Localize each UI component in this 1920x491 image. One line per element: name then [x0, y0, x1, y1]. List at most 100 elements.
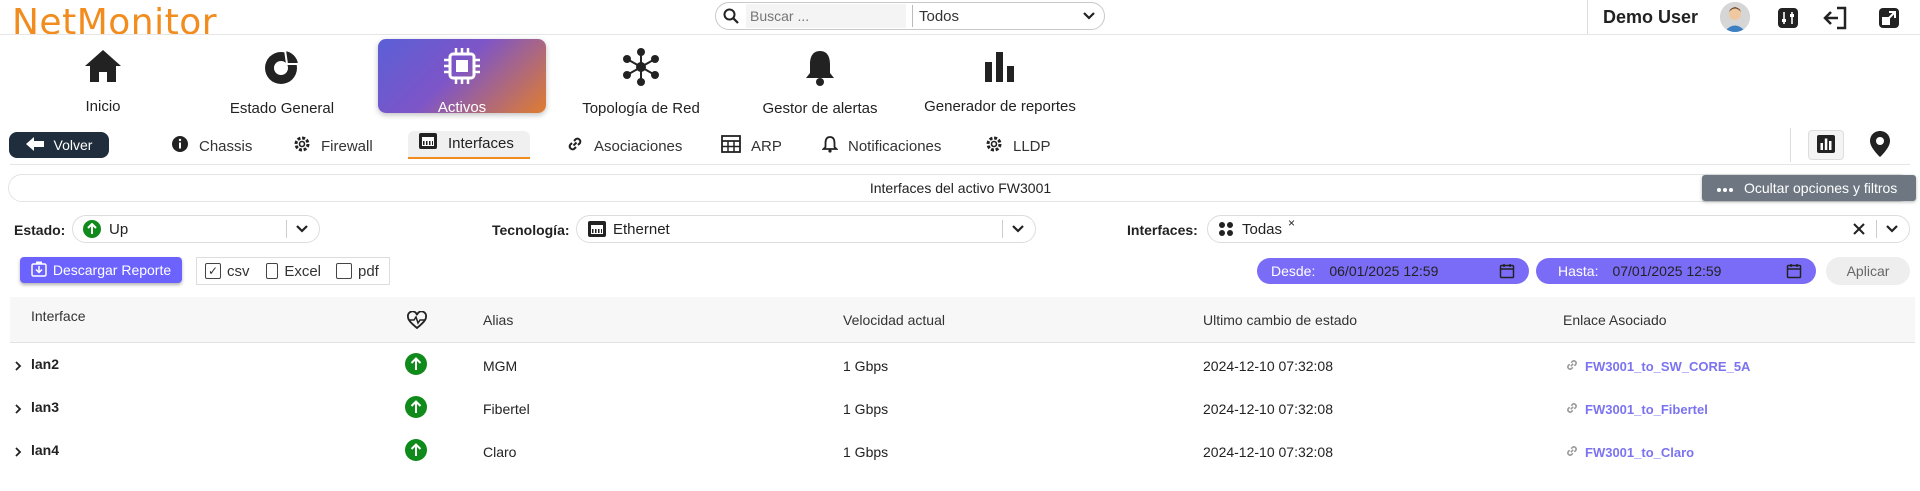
nav-item-inicio[interactable]: Inicio — [18, 40, 188, 115]
toggle-filters-button[interactable]: Ocultar opciones y filtros — [1702, 175, 1916, 201]
tab-interfaces[interactable]: Interfaces — [418, 131, 514, 155]
download-label: Descargar Reporte — [52, 262, 172, 278]
expand-row-icon[interactable] — [14, 358, 22, 374]
tab-label: Chassis — [199, 137, 253, 155]
tab-notificaciones[interactable]: Notificaciones — [821, 134, 942, 158]
table-icon — [721, 135, 741, 157]
nav-item-topologia[interactable]: Topología de Red — [556, 40, 726, 117]
back-button[interactable]: Volver — [9, 132, 109, 158]
toggle-filters-label: Ocultar opciones y filtros — [1744, 180, 1898, 196]
format-excel-checkbox[interactable]: Excel — [258, 257, 330, 285]
format-label: Excel — [284, 262, 321, 280]
search-scope-select[interactable]: Todos — [919, 8, 1104, 25]
interface-last-change: 2024-12-10 07:32:08 — [1203, 358, 1333, 374]
expand-row-icon[interactable] — [14, 444, 22, 460]
calendar-icon[interactable] — [1499, 263, 1515, 279]
expand-row-icon[interactable] — [14, 401, 22, 417]
nav-label: Estado General — [229, 100, 335, 117]
date-from-field[interactable]: Desde: 06/01/2025 12:59 — [1257, 258, 1529, 284]
nav-item-generador-reportes[interactable]: Generador de reportes — [915, 40, 1085, 115]
user-name[interactable]: Demo User — [1603, 7, 1698, 28]
column-header-alias[interactable]: Alias — [483, 312, 513, 328]
tab-label: Firewall — [321, 137, 373, 155]
interface-last-change: 2024-12-10 07:32:08 — [1203, 401, 1333, 417]
link-icon — [566, 135, 584, 157]
map-location-button[interactable] — [1862, 130, 1898, 160]
apply-button[interactable]: Aplicar — [1826, 257, 1910, 285]
tab-firewall[interactable]: Firewall — [293, 134, 373, 158]
interface-name: lan4 — [31, 442, 60, 458]
nav-label: Activos — [437, 99, 487, 116]
download-report-button[interactable]: Descargar Reporte — [20, 257, 182, 283]
interface-speed: 1 Gbps — [843, 444, 889, 460]
nav-label: Gestor de alertas — [762, 100, 878, 117]
interfaces-select[interactable]: Todas × — [1207, 215, 1910, 243]
interface-last-change: 2024-12-10 07:32:08 — [1203, 444, 1333, 460]
chevron-down-icon — [1002, 220, 1025, 238]
link-label: FW3001_to_Fibertel — [1585, 402, 1708, 417]
download-icon — [31, 261, 47, 280]
switch-view-icon[interactable] — [1876, 5, 1902, 31]
tab-arp[interactable]: ARP — [721, 134, 782, 158]
checkbox-checked-icon: ✓ — [205, 263, 221, 279]
format-pdf-checkbox[interactable]: pdf — [328, 257, 390, 285]
network-topology-icon — [621, 48, 661, 90]
link-icon — [1565, 444, 1579, 461]
topbar-divider — [0, 34, 1920, 35]
chart-view-button[interactable] — [1808, 130, 1844, 160]
settings-sliders-icon[interactable] — [1775, 5, 1801, 31]
arrow-left-icon — [25, 136, 44, 154]
nav-item-gestor-alertas[interactable]: Gestor de alertas — [735, 40, 905, 117]
date-to-field[interactable]: Hasta: 07/01/2025 12:59 — [1536, 258, 1816, 284]
link-icon — [1565, 358, 1579, 375]
date-from-label: Desde: — [1271, 263, 1316, 279]
associated-link[interactable]: FW3001_to_SW_CORE_5A — [1565, 358, 1750, 375]
column-header-last-change[interactable]: Ultimo cambio de estado — [1203, 312, 1357, 328]
checkbox-empty-icon — [336, 263, 352, 279]
tab-chassis[interactable]: Chassis — [171, 134, 252, 158]
calendar-icon[interactable] — [1786, 263, 1802, 279]
status-up-icon — [405, 439, 427, 461]
logout-icon[interactable] — [1823, 5, 1849, 31]
nav-label: Inicio — [85, 98, 121, 115]
chevron-down-icon — [1082, 8, 1096, 25]
info-icon — [171, 135, 189, 157]
associated-link[interactable]: FW3001_to_Claro — [1565, 444, 1694, 461]
interface-name: lan3 — [31, 399, 60, 415]
format-csv-checkbox[interactable]: ✓ csv — [196, 257, 260, 285]
tecnologia-select[interactable]: Ethernet — [576, 215, 1036, 243]
heartbeat-icon[interactable] — [407, 310, 427, 334]
tab-lldp[interactable]: LLDP — [985, 134, 1051, 158]
link-label: FW3001_to_Claro — [1585, 445, 1695, 460]
interface-speed: 1 Gbps — [843, 358, 889, 374]
column-header-speed[interactable]: Velocidad actual — [843, 312, 945, 328]
date-from-value: 06/01/2025 12:59 — [1329, 263, 1439, 279]
column-header-interface[interactable]: Interface — [31, 308, 85, 324]
bell-icon — [803, 48, 837, 90]
avatar[interactable] — [1720, 2, 1750, 32]
date-to-value: 07/01/2025 12:59 — [1612, 263, 1722, 279]
interface-alias: Claro — [483, 444, 517, 460]
search-icon[interactable] — [716, 8, 746, 24]
interface-alias: MGM — [483, 358, 518, 374]
tecnologia-value: Ethernet — [613, 220, 670, 238]
tab-label: ARP — [751, 137, 782, 155]
map-pin-icon — [1869, 130, 1891, 161]
search-scope-value: Todos — [919, 7, 960, 25]
gear-icon — [293, 135, 311, 157]
tab-active-indicator — [408, 157, 530, 159]
search-input[interactable] — [746, 4, 906, 28]
remove-tag-icon[interactable]: × — [1288, 216, 1295, 230]
chevron-down-icon[interactable] — [1852, 220, 1899, 238]
nav-item-estado-general[interactable]: Estado General — [197, 40, 367, 117]
app-logo[interactable]: NetMonitor — [12, 2, 217, 43]
tab-label: Notificaciones — [848, 137, 942, 155]
page-title: Interfaces del activo FW3001 — [869, 180, 1052, 196]
checkbox-empty-icon — [266, 263, 279, 279]
tab-asociaciones[interactable]: Asociaciones — [566, 134, 682, 158]
associated-link[interactable]: FW3001_to_Fibertel — [1565, 401, 1708, 418]
estado-select[interactable]: Up — [72, 215, 320, 243]
topbar-separator — [1587, 0, 1588, 34]
column-header-link[interactable]: Enlace Asociado — [1563, 312, 1667, 328]
nav-item-activos[interactable]: Activos — [378, 39, 546, 116]
